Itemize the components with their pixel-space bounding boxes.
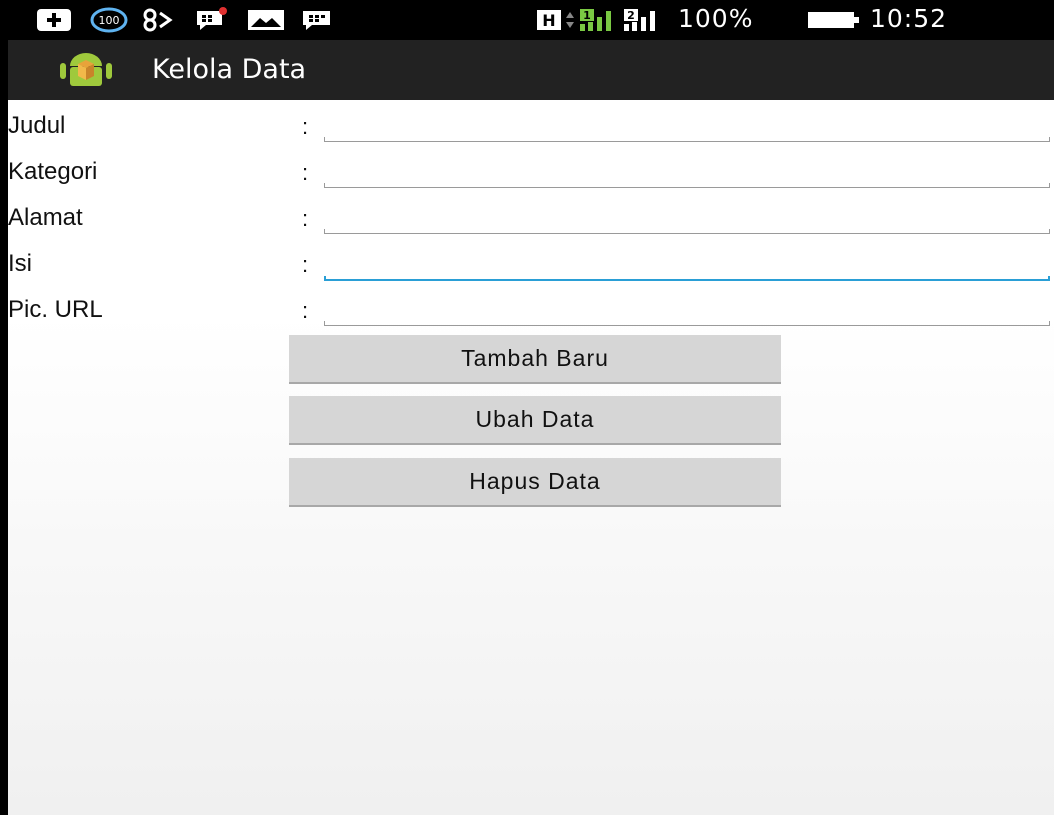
kategori-input-underline (324, 183, 1050, 188)
hapus-data-button[interactable]: Hapus Data (289, 458, 781, 507)
status-bar: 100 H 1 2 100% 10:52 (8, 0, 1054, 40)
screen-edge (0, 0, 8, 815)
bbm-icon (300, 7, 336, 33)
field-row-kategori: Kategori : (8, 148, 1054, 194)
alamat-input-underline (324, 229, 1050, 234)
field-colon: : (302, 160, 309, 185)
form-container: Judul : Kategori : Alamat : Isi : Pic. U… (8, 100, 1054, 815)
bbm-notification-icon (194, 7, 230, 33)
field-label-isi: Isi (8, 250, 32, 277)
mail-icon (246, 7, 286, 33)
action-bar: Kelola Data (8, 40, 1054, 100)
device-screen: 100 H 1 2 100% 10:52 Kelola Data Judul:… (0, 0, 1054, 815)
app-title: Kelola Data (152, 54, 307, 85)
field-label-alamat: Alamat (8, 204, 83, 231)
pic-url-input[interactable] (324, 292, 1050, 326)
data-activity-icon (564, 7, 576, 33)
eighty-icon (140, 7, 176, 33)
clock: 10:52 (870, 4, 948, 33)
field-colon: : (302, 206, 309, 231)
hspa-icon: H (536, 7, 562, 33)
network-type-text: H (542, 11, 555, 30)
kategori-input[interactable] (324, 154, 1050, 188)
badge-100-icon: 100 (90, 7, 128, 33)
field-label-pic-url: Pic. URL (8, 296, 103, 323)
signal-sim1-icon: 1 (578, 7, 618, 33)
field-colon: : (302, 114, 309, 139)
judul-input-underline (324, 137, 1050, 142)
android-app-icon[interactable] (58, 52, 114, 88)
signal-sim2-icon: 2 (622, 7, 662, 33)
battery-percent: 100% (678, 4, 754, 33)
field-label-judul: Judul (8, 112, 66, 139)
field-row-isi: Isi : (8, 240, 1054, 286)
battery-icon (806, 7, 862, 33)
judul-input[interactable] (324, 108, 1050, 142)
isi-input-underline-focused (324, 276, 1050, 281)
pic-url-input-underline (324, 321, 1050, 326)
tambah-baru-button[interactable]: Tambah Baru (289, 335, 781, 384)
isi-input[interactable] (324, 246, 1050, 280)
alamat-input[interactable] (324, 200, 1050, 234)
badge-100-text: 100 (99, 14, 120, 27)
plus-icon (36, 7, 72, 33)
field-row-alamat: Alamat : (8, 194, 1054, 240)
sim2-label: 2 (627, 9, 635, 22)
field-colon: : (302, 252, 309, 277)
field-colon: : (302, 298, 309, 323)
field-label-kategori: Kategori (8, 158, 98, 185)
field-row-pic-url: Pic. URL : (8, 286, 1054, 332)
sim1-label: 1 (583, 9, 591, 22)
field-row-judul: Judul : (8, 102, 1054, 148)
ubah-data-button[interactable]: Ubah Data (289, 396, 781, 445)
